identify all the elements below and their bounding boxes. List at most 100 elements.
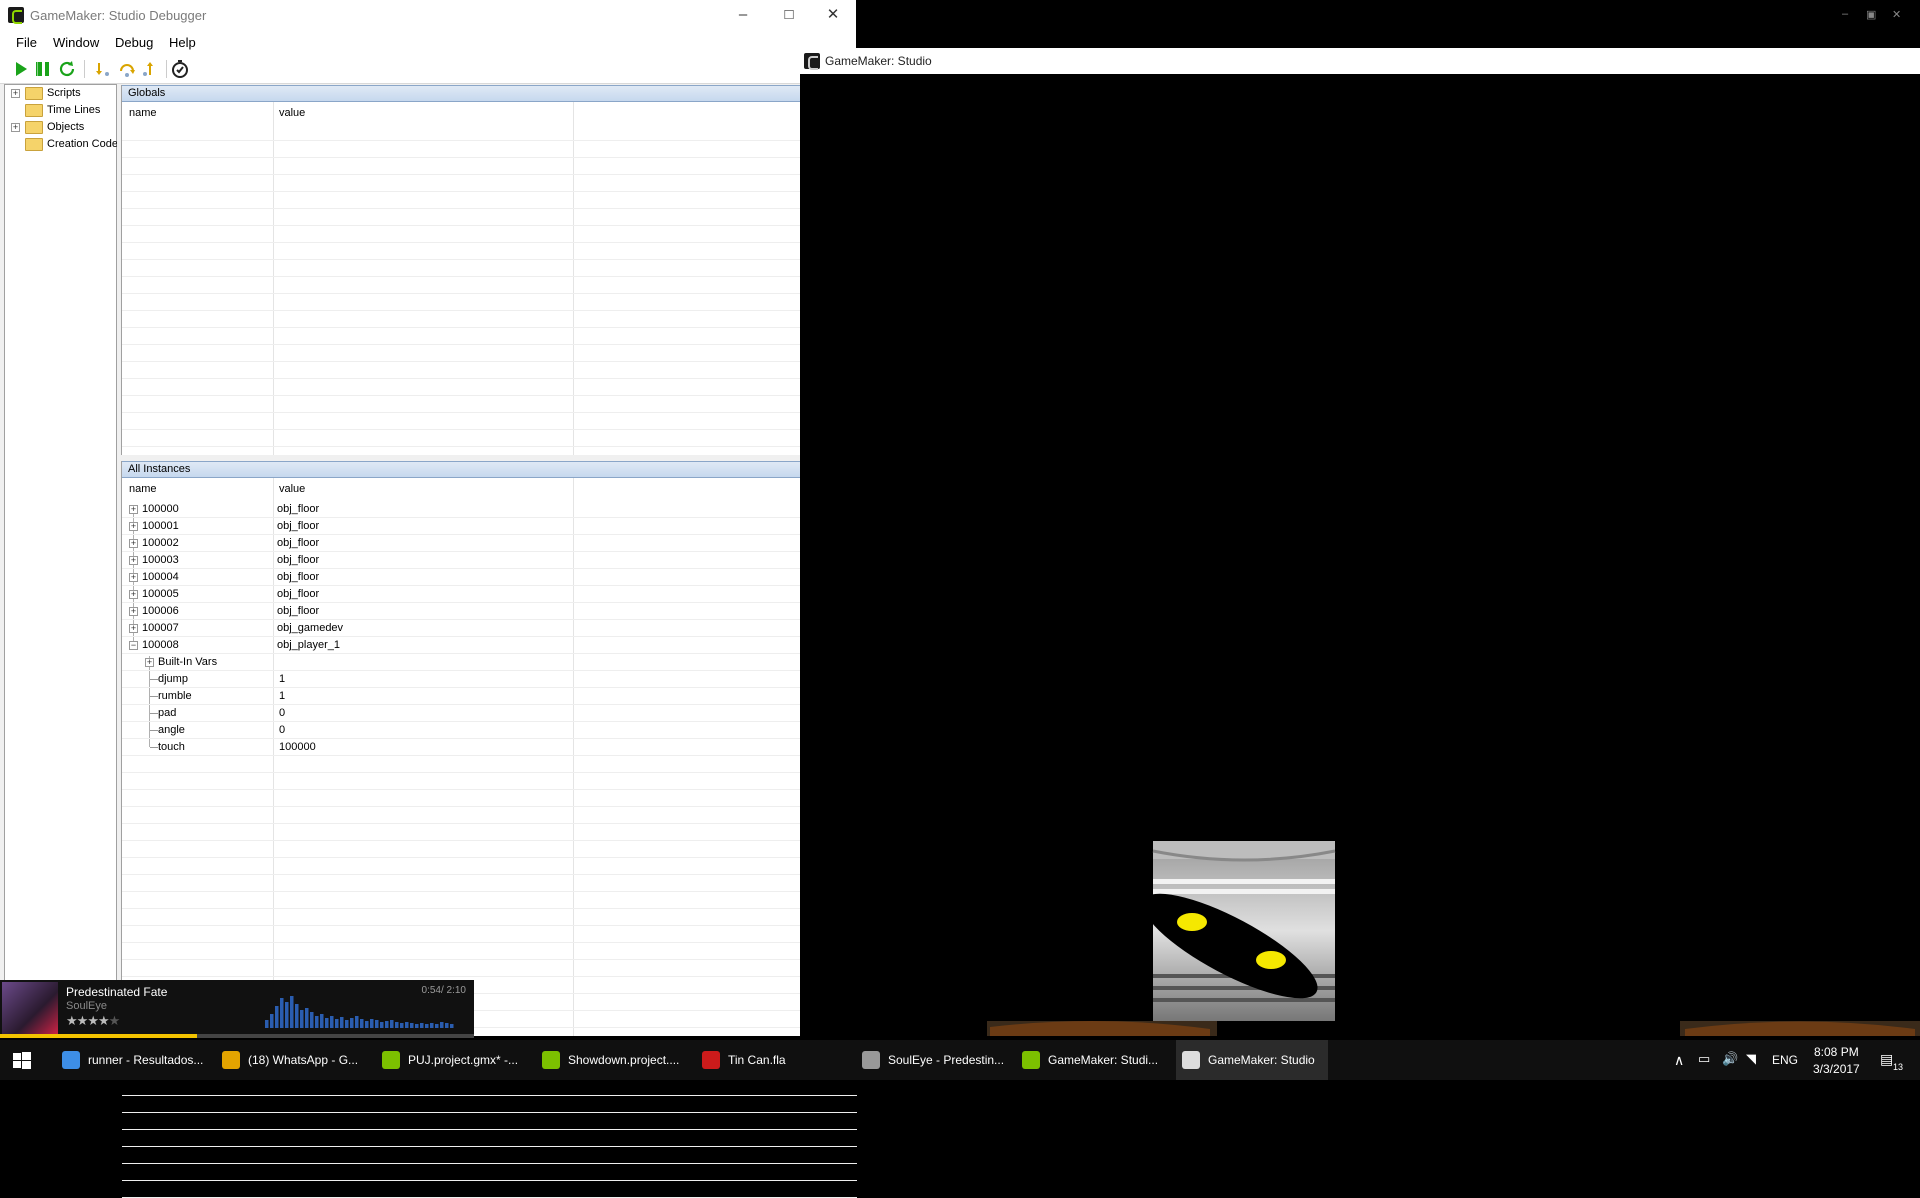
track-progress[interactable] <box>0 1034 474 1038</box>
table-row[interactable]: touch 100000 <box>122 739 857 756</box>
table-row[interactable]: +100007 obj_gamedev <box>122 620 857 637</box>
expand-icon[interactable]: + <box>129 556 138 565</box>
chevron-up-icon[interactable]: ∧ <box>1674 1052 1684 1069</box>
table-row[interactable]: +100003 obj_floor <box>122 552 857 569</box>
debugger-titlebar[interactable]: GameMaker: Studio Debugger – □ ✕ <box>0 0 856 30</box>
taskbar-item[interactable]: (18) WhatsApp - G... <box>216 1040 368 1080</box>
menu-help[interactable]: Help <box>169 35 196 50</box>
expand-icon[interactable]: + <box>129 590 138 599</box>
step-over-icon[interactable] <box>117 59 137 79</box>
clock-date[interactable]: 3/3/2017 <box>1813 1062 1860 1076</box>
menu-debug[interactable]: Debug <box>115 35 153 50</box>
expand-icon[interactable]: + <box>129 624 138 633</box>
table-row[interactable]: djump 1 <box>122 671 857 688</box>
table-row[interactable]: angle 0 <box>122 722 857 739</box>
instance-id: 100002 <box>142 537 179 549</box>
table-row[interactable]: +100004 obj_floor <box>122 569 857 586</box>
visualizer-bar <box>320 1014 324 1028</box>
language-indicator[interactable]: ENG <box>1772 1053 1798 1067</box>
notification-icon[interactable]: ▤ <box>1880 1051 1893 1068</box>
globals-col-value[interactable]: value <box>272 102 305 124</box>
instances-panel: All Instances name value +100000 obj_floo… <box>121 461 857 1198</box>
table-row[interactable]: +100000 obj_floor <box>122 501 857 518</box>
expand-icon[interactable]: + <box>129 573 138 582</box>
visualizer-bar <box>380 1022 384 1028</box>
instances-col-name[interactable]: name <box>122 478 157 500</box>
variable-value: 100000 <box>279 741 316 753</box>
visualizer-bar <box>305 1008 309 1028</box>
visualizer-bar <box>340 1017 344 1028</box>
battery-icon[interactable]: ▭ <box>1698 1051 1710 1067</box>
instance-object: obj_floor <box>277 588 320 600</box>
maximize-button[interactable]: □ <box>766 0 812 30</box>
variable-value: 1 <box>279 673 286 685</box>
minimize-icon[interactable]: – <box>1842 8 1848 20</box>
taskbar-item[interactable]: GameMaker: Studi... <box>1016 1040 1168 1080</box>
expand-icon[interactable]: + <box>129 522 138 531</box>
music-player-widget[interactable]: Predestinated Fate SoulEye ★★★★★ 0:54/ 2… <box>0 980 474 1038</box>
tree-item-creation-code[interactable]: Creation Code <box>5 136 118 153</box>
pause-icon[interactable] <box>34 59 54 79</box>
restore-icon[interactable]: ▣ <box>1866 8 1876 21</box>
play-icon[interactable] <box>11 59 31 79</box>
expand-icon[interactable]: + <box>11 123 20 132</box>
visualizer-bar <box>370 1019 374 1028</box>
step-into-icon[interactable] <box>94 59 114 79</box>
table-row[interactable]: −100008 obj_player_1 <box>122 637 857 654</box>
taskbar-item[interactable]: runner - Resultados... <box>56 1040 208 1080</box>
collapse-icon[interactable]: − <box>129 641 138 650</box>
table-row[interactable]: pad 0 <box>122 705 857 722</box>
flash-icon <box>702 1051 720 1069</box>
stopwatch-icon[interactable] <box>170 59 190 79</box>
restart-icon[interactable] <box>57 59 77 79</box>
wifi-icon[interactable]: ◥ <box>1746 1051 1756 1067</box>
table-row[interactable]: + Built-In Vars <box>122 654 857 671</box>
close-button[interactable]: ✕ <box>810 0 856 30</box>
expand-icon[interactable]: + <box>11 89 20 98</box>
instances-col-value[interactable]: value <box>272 478 305 500</box>
table-row[interactable]: +100006 obj_floor <box>122 603 857 620</box>
taskbar-item[interactable]: GameMaker: Studio <box>1176 1040 1328 1080</box>
empty-row <box>122 124 857 141</box>
tree-item-objects[interactable]: + Objects <box>5 119 117 136</box>
expand-icon[interactable]: + <box>129 539 138 548</box>
table-row[interactable]: rumble 1 <box>122 688 857 705</box>
gamemaker-icon <box>382 1051 400 1069</box>
taskbar-item[interactable]: SoulEye - Predestin... <box>856 1040 1008 1080</box>
windows-start-icon[interactable] <box>13 1052 31 1070</box>
gamemaker-icon <box>1022 1051 1040 1069</box>
instance-id: 100001 <box>142 520 179 532</box>
minimize-button[interactable]: – <box>720 0 766 30</box>
tree-item-scripts[interactable]: + Scripts <box>5 85 117 102</box>
taskbar-item[interactable]: Showdown.project.... <box>536 1040 688 1080</box>
step-out-icon[interactable] <box>140 59 160 79</box>
volume-icon[interactable]: 🔊 <box>1722 1051 1738 1067</box>
tree-item-timelines[interactable]: Time Lines <box>5 102 117 119</box>
track-artist: SoulEye <box>66 1000 107 1012</box>
empty-row <box>122 790 857 807</box>
close-icon[interactable]: ✕ <box>1892 8 1901 21</box>
instance-object: obj_floor <box>277 554 320 566</box>
expand-icon[interactable]: + <box>129 607 138 616</box>
visualizer-bar <box>375 1020 379 1028</box>
clock-time[interactable]: 8:08 PM <box>1814 1045 1859 1059</box>
instance-id: 100008 <box>142 639 179 651</box>
visualizer-bar <box>325 1018 329 1028</box>
menu-file[interactable]: File <box>16 35 37 50</box>
background-window-controls: – ▣ ✕ <box>1820 0 1920 30</box>
table-row[interactable]: +100005 obj_floor <box>122 586 857 603</box>
menu-window[interactable]: Window <box>53 35 99 50</box>
game-titlebar[interactable]: GameMaker: Studio <box>800 48 1920 74</box>
globals-col-name[interactable]: name <box>122 102 157 124</box>
rating-stars[interactable]: ★★★★★ <box>66 1013 120 1029</box>
player-eye-left <box>1177 913 1207 931</box>
table-row[interactable]: +100001 obj_floor <box>122 518 857 535</box>
taskbar-item[interactable]: PUJ.project.gmx* -... <box>376 1040 528 1080</box>
taskbar-item[interactable]: Tin Can.fla <box>696 1040 848 1080</box>
expand-icon[interactable]: + <box>129 505 138 514</box>
table-row[interactable]: +100002 obj_floor <box>122 535 857 552</box>
game-viewport[interactable] <box>800 74 1920 1036</box>
expand-icon[interactable]: + <box>145 658 154 667</box>
visualizer-bar <box>330 1016 334 1028</box>
empty-row <box>122 1181 857 1198</box>
